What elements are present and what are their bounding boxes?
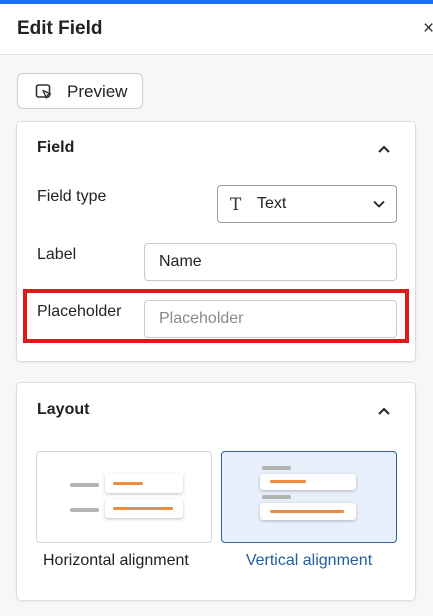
layout-section-title: Layout bbox=[37, 401, 90, 418]
label-input[interactable] bbox=[144, 243, 397, 281]
illustration-input-line bbox=[113, 507, 173, 510]
illustration-input-card bbox=[260, 474, 356, 490]
field-type-label: Field type bbox=[37, 188, 107, 205]
horizontal-alignment-option[interactable] bbox=[36, 451, 212, 543]
chevron-up-icon[interactable] bbox=[377, 144, 391, 154]
illustration-input-card bbox=[105, 499, 183, 518]
placeholder-field-label: Placeholder bbox=[37, 303, 122, 320]
field-type-select[interactable]: T Text bbox=[217, 185, 397, 223]
field-section: Field Field type T Text Label Placeholde… bbox=[16, 121, 416, 362]
chevron-down-icon bbox=[373, 200, 385, 208]
label-field-label: Label bbox=[37, 246, 77, 263]
illustration-input-line bbox=[270, 510, 344, 513]
illustration-label-bar bbox=[262, 466, 291, 470]
illustration-input-line bbox=[113, 482, 143, 485]
panel-header: Edit Field × bbox=[0, 4, 433, 55]
preview-button-label: Preview bbox=[67, 82, 128, 101]
illustration-label-bar bbox=[262, 495, 291, 499]
vertical-alignment-label[interactable]: Vertical alignment bbox=[221, 552, 397, 570]
field-section-title: Field bbox=[37, 139, 75, 156]
preview-button[interactable]: Preview bbox=[17, 73, 143, 109]
layout-section: Layout Horizontal alignment Vertical ali… bbox=[16, 382, 416, 601]
horizontal-alignment-label[interactable]: Horizontal alignment bbox=[43, 552, 219, 570]
placeholder-input[interactable] bbox=[144, 300, 397, 338]
illustration-label-bar bbox=[70, 508, 99, 512]
preview-play-icon bbox=[35, 84, 52, 99]
chevron-up-icon[interactable] bbox=[377, 406, 391, 416]
panel-title: Edit Field bbox=[17, 18, 103, 39]
vertical-alignment-option[interactable] bbox=[221, 451, 397, 543]
illustration-label-bar bbox=[70, 483, 99, 487]
illustration-input-line bbox=[270, 480, 306, 483]
illustration-input-card bbox=[260, 503, 356, 520]
illustration-input-card bbox=[105, 474, 183, 493]
close-icon[interactable]: × bbox=[423, 18, 433, 40]
field-type-value: Text bbox=[257, 195, 287, 212]
text-type-icon: T bbox=[230, 195, 242, 215]
